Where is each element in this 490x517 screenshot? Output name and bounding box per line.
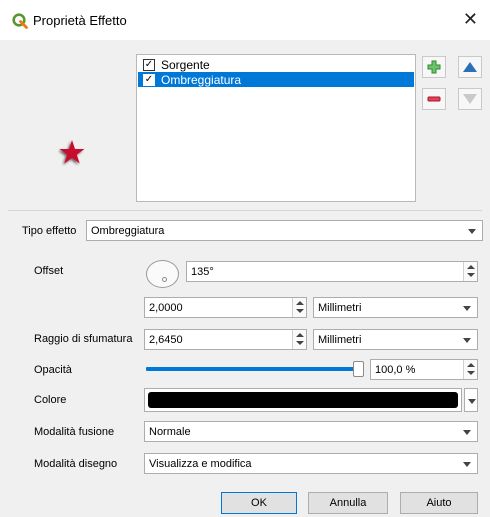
list-item-ombreggiatura[interactable]: ✓ Ombreggiatura — [138, 72, 414, 87]
list-item-label: Sorgente — [161, 57, 210, 72]
spin-buttons[interactable] — [292, 298, 306, 317]
opacity-slider-track[interactable] — [146, 367, 358, 371]
draw-mode-select[interactable]: Visualizza e modifica — [144, 453, 478, 474]
angle-spinbox[interactable]: 135° — [186, 261, 478, 282]
remove-effect-button[interactable] — [422, 88, 446, 110]
checkbox[interactable]: ✓ — [143, 73, 155, 86]
arrow-up-icon — [463, 62, 477, 72]
blend-mode-value: Normale — [149, 425, 191, 438]
chevron-down-icon — [463, 306, 471, 311]
spin-buttons[interactable] — [463, 262, 477, 281]
opacity-spinbox[interactable]: 100,0 % — [370, 359, 478, 380]
effect-type-label: Tipo effetto — [22, 225, 77, 237]
angle-value: 135° — [191, 265, 214, 278]
effects-list[interactable]: ✓ Sorgente ✓ Ombreggiatura — [136, 54, 416, 202]
dial-handle[interactable] — [162, 277, 167, 282]
move-down-button[interactable] — [458, 88, 482, 110]
chevron-down-icon — [463, 430, 471, 435]
effect-type-select[interactable]: Ombreggiatura — [86, 220, 483, 241]
effect-properties-dialog: Proprietà Effetto ✕ ✓ Sorgente ✓ Ombregg… — [0, 0, 490, 517]
blur-radius-value: 2,6450 — [149, 333, 183, 346]
chevron-down-icon — [463, 338, 471, 343]
spin-buttons[interactable] — [292, 330, 306, 349]
plus-icon — [427, 60, 441, 74]
star-icon — [59, 140, 85, 164]
opacity-value: 100,0 % — [375, 363, 416, 376]
color-swatch — [148, 392, 458, 408]
opacity-slider-handle[interactable] — [353, 361, 364, 377]
color-menu-button[interactable] — [464, 388, 478, 412]
draw-mode-value: Visualizza e modifica — [149, 457, 252, 470]
window-title: Proprietà Effetto — [33, 13, 127, 28]
separator — [8, 210, 482, 211]
blur-unit-select[interactable]: Millimetri — [313, 329, 478, 350]
checkbox[interactable]: ✓ — [143, 58, 155, 71]
arrow-down-icon — [463, 94, 477, 104]
blend-mode-select[interactable]: Normale — [144, 421, 478, 442]
list-item-label: Ombreggiatura — [161, 72, 242, 87]
draw-mode-label: Modalità disegno — [34, 458, 118, 470]
move-up-button[interactable] — [458, 56, 482, 78]
color-label: Colore — [34, 394, 67, 406]
spin-buttons[interactable] — [463, 360, 477, 379]
offset-distance-spinbox[interactable]: 2,0000 — [144, 297, 307, 318]
cancel-button[interactable]: Annulla — [308, 492, 388, 514]
close-icon[interactable]: ✕ — [463, 9, 478, 30]
blur-unit-value: Millimetri — [318, 333, 362, 346]
blur-radius-spinbox[interactable]: 2,6450 — [144, 329, 307, 350]
blend-mode-label: Modalità fusione — [34, 426, 115, 438]
offset-unit-select[interactable]: Millimetri — [313, 297, 478, 318]
chevron-down-icon — [468, 399, 476, 404]
color-button[interactable] — [144, 388, 462, 412]
ok-button[interactable]: OK — [221, 492, 297, 514]
chevron-down-icon — [463, 462, 471, 467]
opacity-label: Opacità — [34, 364, 72, 376]
offset-distance-value: 2,0000 — [149, 301, 183, 314]
chevron-down-icon — [468, 229, 476, 234]
offset-unit-value: Millimetri — [318, 301, 362, 314]
list-item-sorgente[interactable]: ✓ Sorgente — [138, 57, 414, 72]
minus-icon — [427, 96, 441, 102]
help-button[interactable]: Aiuto — [400, 492, 478, 514]
effect-type-value: Ombreggiatura — [91, 224, 165, 237]
offset-label: Offset — [34, 265, 64, 277]
angle-dial[interactable] — [146, 260, 179, 288]
add-effect-button[interactable] — [422, 56, 446, 78]
title-bar: Proprietà Effetto ✕ — [0, 0, 490, 40]
blur-radius-label: Raggio di sfumatura — [34, 333, 133, 345]
qgis-logo-icon — [12, 13, 28, 29]
